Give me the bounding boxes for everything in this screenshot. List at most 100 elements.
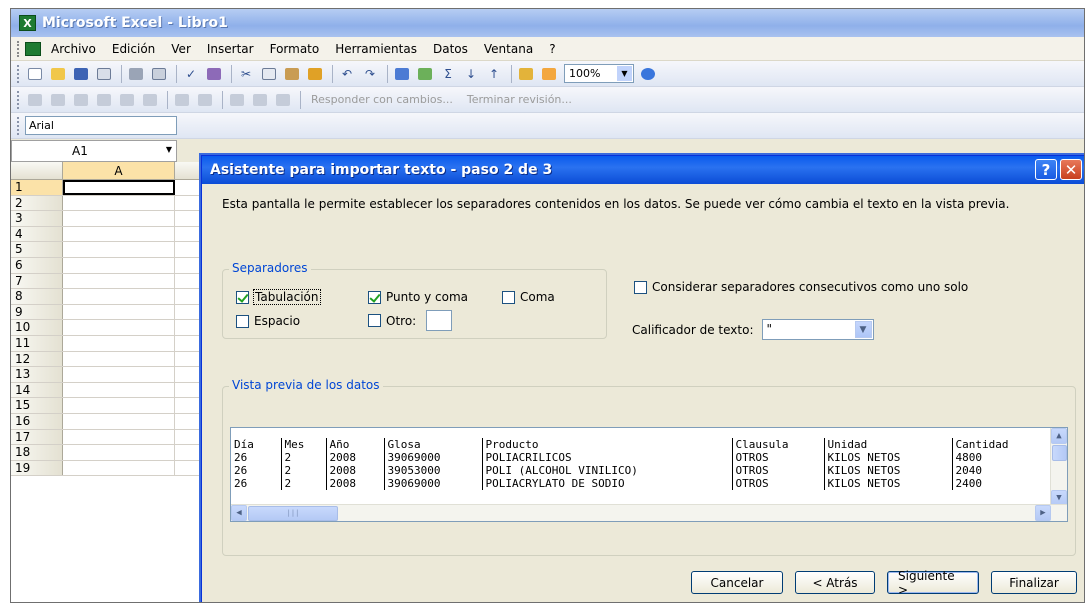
- review-icon-3[interactable]: [71, 91, 91, 109]
- cell[interactable]: [63, 211, 175, 226]
- end-review-button[interactable]: Terminar revisión...: [467, 93, 572, 106]
- sort-descending-icon[interactable]: ↑: [484, 65, 504, 83]
- row-header[interactable]: 10: [11, 320, 63, 335]
- undo-icon[interactable]: ↶: [337, 65, 357, 83]
- review-icon-7[interactable]: [172, 91, 192, 109]
- reply-with-changes-button[interactable]: Responder con cambios...: [311, 93, 453, 106]
- row-header[interactable]: 14: [11, 382, 63, 398]
- chevron-down-icon[interactable]: ▼: [617, 66, 632, 81]
- cell[interactable]: [63, 445, 175, 460]
- cell[interactable]: [63, 195, 175, 211]
- hyperlink-icon[interactable]: [392, 65, 412, 83]
- review-icon-11[interactable]: [273, 91, 293, 109]
- cell[interactable]: [63, 304, 175, 320]
- help-button[interactable]: ?: [1035, 159, 1057, 180]
- menu-edicion[interactable]: Edición: [112, 42, 155, 56]
- workbook-icon[interactable]: [25, 41, 41, 56]
- next-button[interactable]: Siguiente >: [887, 569, 979, 597]
- menu-ver[interactable]: Ver: [171, 42, 191, 56]
- other-separator-input[interactable]: [426, 310, 453, 331]
- redo-icon[interactable]: ↷: [360, 65, 380, 83]
- select-all-corner[interactable]: [11, 162, 63, 179]
- review-icon-10[interactable]: [250, 91, 270, 109]
- copy-icon[interactable]: [259, 65, 279, 83]
- open-icon[interactable]: [48, 65, 68, 83]
- chevron-down-icon[interactable]: ▼: [854, 321, 872, 338]
- row-header[interactable]: 3: [11, 211, 63, 226]
- row-header[interactable]: 13: [11, 367, 63, 382]
- cell[interactable]: [63, 398, 175, 413]
- menu-help[interactable]: ?: [549, 42, 555, 56]
- close-icon[interactable]: ✕: [1060, 159, 1082, 180]
- cell[interactable]: [63, 460, 175, 476]
- cell[interactable]: [63, 320, 175, 335]
- cell[interactable]: [63, 367, 175, 382]
- zoom-select[interactable]: 100% ▼: [564, 64, 634, 83]
- cell[interactable]: [63, 351, 175, 367]
- row-header[interactable]: 11: [11, 335, 63, 351]
- comma-checkbox[interactable]: Coma: [502, 290, 555, 304]
- checkbox-box[interactable]: [236, 314, 249, 328]
- review-icon-4[interactable]: [94, 91, 114, 109]
- row-header[interactable]: 19: [11, 460, 63, 476]
- row-header[interactable]: 8: [11, 289, 63, 304]
- help-icon[interactable]: [638, 65, 658, 83]
- vertical-scrollbar[interactable]: ▲ ▼: [1050, 428, 1067, 506]
- row-header[interactable]: 1: [11, 180, 63, 195]
- save-icon[interactable]: [71, 65, 91, 83]
- vertical-scroll-thumb[interactable]: [1052, 445, 1067, 461]
- menu-herramientas[interactable]: Herramientas: [335, 42, 417, 56]
- cell[interactable]: [63, 289, 175, 304]
- cell[interactable]: [63, 226, 175, 242]
- text-qualifier-select[interactable]: " ▼: [761, 319, 874, 340]
- scroll-up-icon[interactable]: ▲: [1051, 428, 1067, 444]
- cell[interactable]: [63, 273, 175, 289]
- print-icon[interactable]: [126, 65, 146, 83]
- horizontal-scrollbar[interactable]: ◀ ||| ▶: [231, 504, 1067, 521]
- drawing-toggle-icon[interactable]: [539, 65, 559, 83]
- horizontal-scroll-thumb[interactable]: |||: [248, 506, 338, 521]
- cut-icon[interactable]: ✂: [236, 65, 256, 83]
- space-checkbox[interactable]: Espacio: [236, 314, 300, 328]
- consecutive-checkbox[interactable]: Considerar separadores consecutivos como…: [634, 280, 968, 294]
- checkbox-box[interactable]: [368, 314, 381, 327]
- back-button[interactable]: < Atrás: [795, 571, 875, 594]
- row-header[interactable]: 9: [11, 304, 63, 320]
- cell[interactable]: [63, 382, 175, 398]
- checkbox-box[interactable]: [502, 290, 515, 304]
- tab-checkbox[interactable]: Tabulación: [236, 289, 321, 305]
- sort-ascending-icon[interactable]: ↓: [461, 65, 481, 83]
- research-icon[interactable]: [204, 65, 224, 83]
- row-header[interactable]: 4: [11, 226, 63, 242]
- cell[interactable]: [63, 335, 175, 351]
- semicolon-checkbox[interactable]: Punto y coma: [368, 290, 468, 304]
- menu-formato[interactable]: Formato: [270, 42, 320, 56]
- paste-icon[interactable]: [282, 65, 302, 83]
- checkbox-box[interactable]: [634, 280, 647, 294]
- scroll-right-icon[interactable]: ▶: [1035, 505, 1051, 521]
- menu-insertar[interactable]: Insertar: [207, 42, 254, 56]
- column-header-a[interactable]: A: [63, 162, 175, 179]
- chart-wizard-icon[interactable]: [516, 65, 536, 83]
- menu-datos[interactable]: Datos: [433, 42, 468, 56]
- cell-a1[interactable]: [63, 180, 175, 195]
- toolbar-grip[interactable]: [17, 90, 21, 109]
- cell[interactable]: [63, 242, 175, 257]
- row-header[interactable]: 12: [11, 351, 63, 367]
- font-name-select[interactable]: Arial: [25, 116, 177, 135]
- other-checkbox[interactable]: Otro:: [368, 310, 453, 331]
- row-header[interactable]: 15: [11, 398, 63, 413]
- menu-archivo[interactable]: Archivo: [51, 42, 96, 56]
- cell[interactable]: [63, 413, 175, 429]
- checkbox-box[interactable]: [236, 290, 249, 304]
- review-icon-1[interactable]: [25, 91, 45, 109]
- review-icon-6[interactable]: [140, 91, 160, 109]
- checkbox-box[interactable]: [368, 290, 381, 304]
- new-icon[interactable]: [25, 65, 45, 83]
- chevron-down-icon[interactable]: ▼: [166, 145, 172, 154]
- name-box[interactable]: A1 ▼: [11, 140, 177, 162]
- permission-icon[interactable]: [94, 65, 114, 83]
- scroll-left-icon[interactable]: ◀: [231, 505, 247, 521]
- row-header[interactable]: 7: [11, 273, 63, 289]
- finish-button[interactable]: Finalizar: [991, 571, 1077, 594]
